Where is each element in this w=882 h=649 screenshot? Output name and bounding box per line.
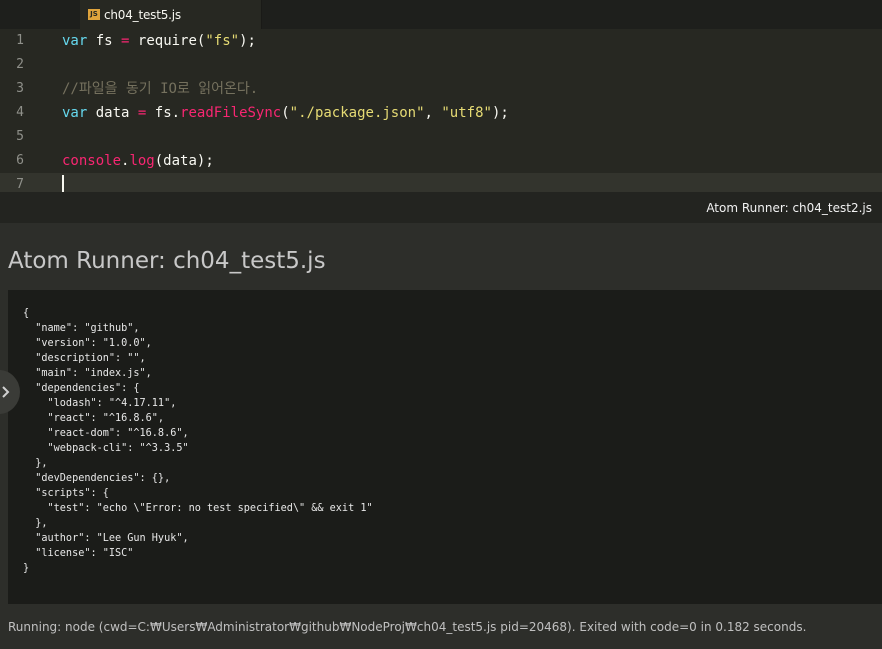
js-file-icon: JS: [88, 9, 100, 20]
output-line: "lodash": "^4.17.11",: [23, 398, 177, 409]
output-line: "main": "index.js",: [23, 368, 152, 379]
output-line: "name": "github",: [23, 323, 140, 334]
output-line: {: [23, 308, 30, 319]
runner-output[interactable]: { "name": "github", "version": "1.0.0", …: [8, 290, 882, 604]
code-line[interactable]: 5: [0, 125, 882, 149]
punctuation: (data);: [154, 153, 214, 169]
runner-panel: Atom Runner: ch04_test5.js { "name": "gi…: [0, 223, 882, 649]
punctuation: );: [239, 33, 256, 49]
output-line: "author": "Lee Gun Hyuk",: [23, 533, 189, 544]
runner-tab-strip: Atom Runner: ch04_test2.js: [0, 192, 882, 223]
identifier: require(: [137, 33, 206, 49]
method-name: log: [129, 153, 155, 169]
output-line: "react-dom": "^16.8.6",: [23, 428, 189, 439]
operator: =: [137, 105, 147, 121]
output-line: "description": "",: [23, 353, 146, 364]
punctuation: );: [491, 105, 509, 121]
identifier: data: [95, 105, 130, 121]
output-line: },: [23, 518, 48, 529]
code-line[interactable]: 1 var fs = require("fs");: [0, 29, 882, 53]
code-editor[interactable]: 1 var fs = require("fs"); 2 3 //파일을 동기 I…: [0, 29, 882, 192]
runner-status-text: Running: node (cwd=C:₩Users₩Administrato…: [8, 620, 807, 634]
output-line: "dependencies": {: [23, 383, 140, 394]
code-line[interactable]: 3 //파일을 동기 IO로 읽어온다.: [0, 77, 882, 101]
keyword: var: [62, 105, 88, 121]
operator: =: [121, 33, 130, 49]
code-comment: //파일을 동기 IO로 읽어온다.: [62, 81, 259, 97]
output-line: "test": "echo \"Error: no test specified…: [23, 503, 373, 514]
chevron-right-icon: [2, 386, 10, 398]
output-line: "license": "ISC": [23, 548, 134, 559]
output-line: }: [23, 563, 30, 574]
runner-title: Atom Runner: ch04_test5.js: [8, 248, 326, 274]
line-number: 3: [16, 81, 24, 96]
text-cursor: [62, 175, 64, 192]
keyword: var: [62, 33, 88, 49]
line-number: 1: [16, 33, 24, 48]
output-line: "react": "^16.8.6",: [23, 413, 165, 424]
method-name: readFileSync: [180, 105, 282, 121]
tab-title: ch04_test5.js: [104, 7, 181, 22]
string-literal: "fs": [205, 33, 240, 49]
output-line: "scripts": {: [23, 488, 109, 499]
line-number: 5: [16, 129, 24, 144]
identifier: fs.: [154, 105, 181, 121]
identifier: fs: [95, 33, 113, 49]
punctuation: (: [281, 105, 290, 121]
line-number: 2: [16, 57, 24, 72]
output-line: "devDependencies": {},: [23, 473, 171, 484]
string-literal: "utf8": [441, 105, 492, 121]
output-line: "webpack-cli": "^3.3.5": [23, 443, 189, 454]
string-literal: "./package.json": [289, 105, 425, 121]
code-line[interactable]: 2: [0, 53, 882, 77]
runner-tab-label[interactable]: Atom Runner: ch04_test2.js: [706, 192, 872, 224]
line-number: 4: [16, 105, 24, 120]
code-line[interactable]: 4 var data = fs.readFileSync("./package.…: [0, 101, 882, 125]
punctuation: ,: [424, 105, 442, 121]
tab-bar: JS ch04_test5.js: [0, 0, 882, 29]
code-line[interactable]: 6 console.log(data);: [0, 149, 882, 173]
line-number: 6: [16, 153, 24, 168]
identifier: console: [62, 153, 122, 169]
code-line-current[interactable]: 7: [0, 173, 882, 192]
output-line: "version": "1.0.0",: [23, 338, 152, 349]
output-line: },: [23, 458, 48, 469]
line-number: 7: [16, 177, 24, 192]
tab-ch04-test5[interactable]: JS ch04_test5.js: [80, 0, 262, 29]
